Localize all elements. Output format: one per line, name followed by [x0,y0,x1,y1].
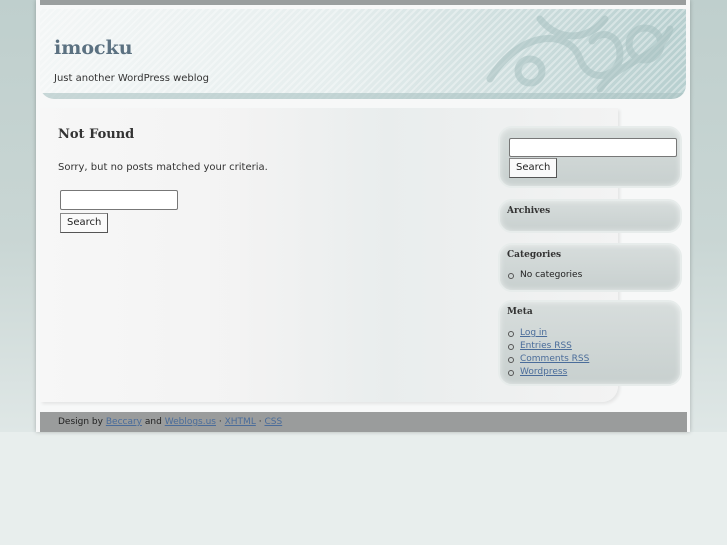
blog-title[interactable]: imocku [54,37,133,59]
bullet-icon [508,370,514,376]
entries-rss-link[interactable]: Entries RSS [520,341,572,351]
footer-and: and [144,417,162,427]
meta-item-log-in: Log in [507,327,589,340]
blog-tagline: Just another WordPress weblog [54,73,210,84]
main-search-button[interactable]: Search [60,213,109,233]
footer-link-xhtml[interactable]: XHTML [225,417,256,427]
archives-widget: Archives [498,199,682,233]
blog-header: imocku Just another WordPress weblog [40,9,686,99]
categories-list: No categories [507,269,582,282]
footer-separator: · [258,417,262,427]
footer-link-css[interactable]: CSS [264,417,282,427]
header-edge [40,93,686,99]
sidebar-search-input[interactable] [509,138,677,157]
footer-bar: Design by Beccary and Weblogs.us · XHTML… [40,412,687,432]
categories-title: Categories [507,250,562,260]
meta-item-comments-rss: Comments RSS [507,353,589,366]
meta-item-wordpress: Wordpress [507,366,589,379]
category-item: No categories [507,269,582,282]
footer-separator: · [218,417,222,427]
meta-title: Meta [507,307,533,317]
comments-rss-link[interactable]: Comments RSS [520,354,589,364]
meta-links-list: Log in Entries RSS Comments RSS Wordpres… [507,327,589,379]
not-found-heading: Not Found [58,127,135,142]
footer-credits: Design by Beccary and Weblogs.us · XHTML… [58,417,282,427]
archives-title: Archives [507,206,551,216]
bullet-icon [508,357,514,363]
bullet-icon [508,331,514,337]
footer-link-beccary[interactable]: Beccary [106,417,142,427]
meta-item-entries-rss: Entries RSS [507,340,589,353]
log-in-link[interactable]: Log in [520,328,547,338]
wordpress-link[interactable]: Wordpress [520,367,567,377]
bullet-icon [508,273,514,279]
sidebar-search-button[interactable]: Search [509,158,558,178]
swirl-ornament-icon [486,15,674,93]
meta-widget: Meta Log in Entries RSS Comments RSS Wor… [498,300,682,386]
category-item-label: No categories [520,270,583,280]
sidebar-search-widget: Search [498,126,682,188]
footer-prefix: Design by [58,417,103,427]
main-search-input[interactable] [60,190,178,210]
top-bar [40,0,686,5]
footer-link-weblogs[interactable]: Weblogs.us [165,417,216,427]
bullet-icon [508,344,514,350]
not-found-message: Sorry, but no posts matched your criteri… [58,162,268,173]
page-container: imocku Just another WordPress weblog Not… [36,0,690,432]
categories-widget: Categories No categories [498,243,682,292]
